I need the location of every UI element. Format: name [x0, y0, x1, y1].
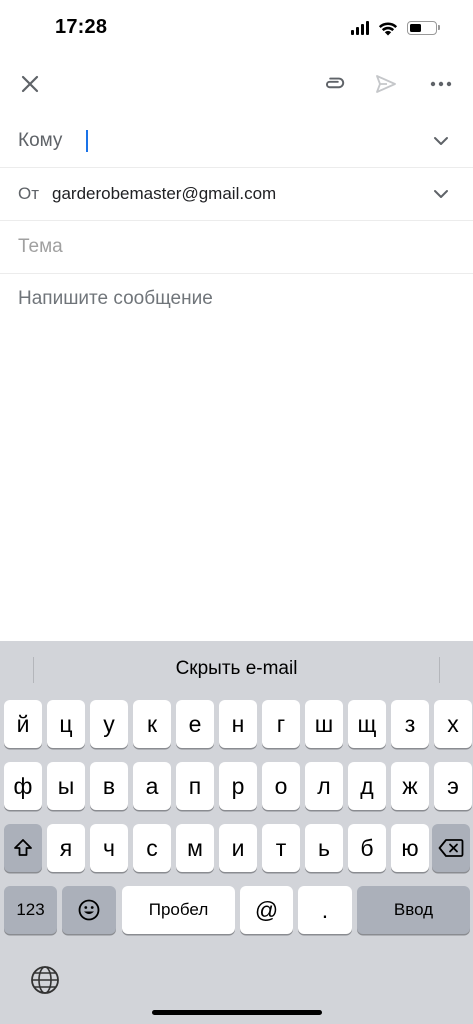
key-к[interactable]: к: [133, 700, 171, 748]
key-л[interactable]: л: [305, 762, 343, 810]
key-н[interactable]: н: [219, 700, 257, 748]
keyboard: Скрыть e-mail йцукенгшщзх фывапролджэ ячсм…: [0, 641, 473, 1024]
shift-icon: [14, 839, 32, 856]
key-ы[interactable]: ы: [47, 762, 85, 810]
compose-toolbar: [0, 56, 473, 112]
emoji-icon: [78, 899, 100, 921]
suggestion-bar: Скрыть e-mail: [0, 641, 473, 697]
key-б[interactable]: б: [348, 824, 386, 872]
home-indicator: [152, 1010, 322, 1015]
text-cursor: [86, 130, 88, 152]
status-icons: [351, 18, 440, 38]
key-х[interactable]: х: [434, 700, 472, 748]
chevron-down-icon[interactable]: [431, 131, 451, 151]
close-icon: [21, 75, 39, 93]
delete-key[interactable]: [432, 824, 470, 872]
shift-key[interactable]: [4, 824, 42, 872]
key-ф[interactable]: ф: [4, 762, 42, 810]
dot-key[interactable]: .: [298, 886, 352, 934]
key-т[interactable]: т: [262, 824, 300, 872]
send-icon: [376, 75, 396, 93]
key-р[interactable]: р: [219, 762, 257, 810]
key-ц[interactable]: ц: [47, 700, 85, 748]
key-а[interactable]: а: [133, 762, 171, 810]
key-е[interactable]: е: [176, 700, 214, 748]
suggestion-hide-email[interactable]: Скрыть e-mail: [0, 658, 473, 680]
close-button[interactable]: [10, 66, 50, 102]
key-з[interactable]: з: [391, 700, 429, 748]
key-и[interactable]: и: [219, 824, 257, 872]
key-щ[interactable]: щ: [348, 700, 386, 748]
message-body-placeholder[interactable]: Напишите сообщение: [18, 288, 213, 310]
from-address[interactable]: garderobemaster@gmail.com: [52, 184, 276, 204]
backspace-icon: [438, 839, 464, 857]
space-key[interactable]: Пробел: [122, 886, 235, 934]
key-я[interactable]: я: [47, 824, 85, 872]
attach-button[interactable]: [314, 66, 354, 102]
key-у[interactable]: у: [90, 700, 128, 748]
to-label: Кому: [18, 130, 63, 151]
to-field[interactable]: Кому: [0, 115, 473, 168]
subject-placeholder: Тема: [18, 236, 63, 257]
key-ь[interactable]: ь: [305, 824, 343, 872]
at-key[interactable]: @: [240, 886, 293, 934]
key-г[interactable]: г: [262, 700, 300, 748]
key-м[interactable]: м: [176, 824, 214, 872]
key-с[interactable]: с: [133, 824, 171, 872]
paperclip-icon: [326, 77, 345, 89]
from-label: От: [18, 184, 40, 203]
chevron-down-icon[interactable]: [431, 184, 451, 204]
cellular-signal-icon: [351, 21, 369, 35]
key-о[interactable]: о: [262, 762, 300, 810]
key-ю[interactable]: ю: [391, 824, 429, 872]
key-ш[interactable]: ш: [305, 700, 343, 748]
more-horizontal-icon: [430, 81, 452, 87]
subject-field[interactable]: Тема: [0, 221, 473, 274]
status-bar: 17:28: [0, 0, 473, 56]
send-button[interactable]: [366, 66, 406, 102]
key-д[interactable]: д: [348, 762, 386, 810]
from-field[interactable]: От garderobemaster@gmail.com: [0, 168, 473, 221]
suggestion-divider: [439, 657, 440, 683]
return-key[interactable]: Ввод: [357, 886, 470, 934]
key-ч[interactable]: ч: [90, 824, 128, 872]
key-п[interactable]: п: [176, 762, 214, 810]
globe-icon[interactable]: [28, 963, 62, 997]
key-в[interactable]: в: [90, 762, 128, 810]
status-time: 17:28: [55, 16, 108, 38]
numbers-key[interactable]: 123: [4, 886, 57, 934]
key-э[interactable]: э: [434, 762, 472, 810]
key-й[interactable]: й: [4, 700, 42, 748]
emoji-key[interactable]: [62, 886, 116, 934]
battery-icon: [407, 21, 440, 35]
key-ж[interactable]: ж: [391, 762, 429, 810]
wifi-icon: [378, 21, 398, 35]
more-options-button[interactable]: [421, 66, 461, 102]
